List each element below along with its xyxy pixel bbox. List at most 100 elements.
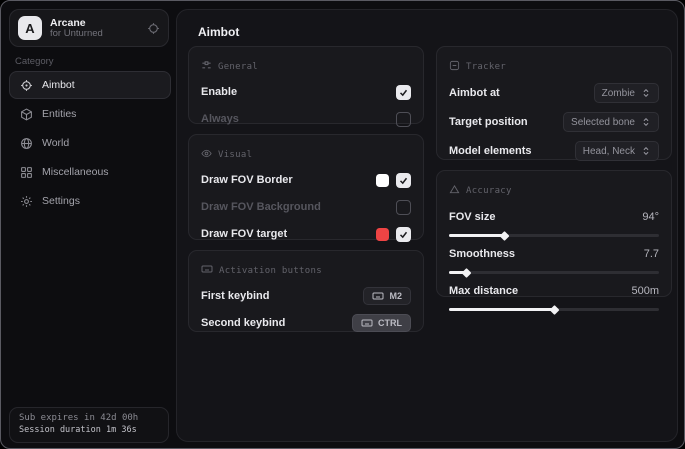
crosshair-icon[interactable] xyxy=(147,22,160,35)
aimbot-at-dropdown[interactable]: Zombie xyxy=(594,83,659,103)
right-column: Tracker Aimbot at Zombie Target position… xyxy=(436,46,672,307)
enable-checkbox[interactable] xyxy=(396,85,411,100)
setting-label: Target position xyxy=(449,116,528,128)
smoothness-slider[interactable] xyxy=(449,271,659,274)
grid-icon xyxy=(20,166,33,179)
box-minus-icon xyxy=(449,58,460,76)
panel-tracker: Tracker Aimbot at Zombie Target position… xyxy=(436,46,672,160)
first-keybind-button[interactable]: M2 xyxy=(363,287,411,305)
slider-fill xyxy=(449,234,504,237)
panel-general-header: General xyxy=(201,58,411,76)
triangle-icon xyxy=(449,182,460,200)
sidebar-item-label: Entities xyxy=(42,108,76,120)
second-keybind-button[interactable]: CTRL xyxy=(352,314,411,332)
slider-thumb[interactable] xyxy=(461,268,471,278)
sidebar-item-entities[interactable]: Entities xyxy=(9,100,171,128)
color-swatch-red[interactable] xyxy=(376,228,389,241)
slider-group-smoothness: Smoothness 7.7 xyxy=(449,246,659,274)
slider-row: Max distance 500m xyxy=(449,283,659,299)
brand-subtitle: for Unturned xyxy=(50,29,147,40)
fov-background-checkbox[interactable] xyxy=(396,200,411,215)
page-title: Aimbot xyxy=(198,25,239,39)
max-distance-slider[interactable] xyxy=(449,308,659,311)
setting-label: Second keybind xyxy=(201,317,285,329)
slider-thumb[interactable] xyxy=(550,305,560,315)
sidebar-nav: Aimbot Entities World xyxy=(9,71,171,216)
setting-row-target-position: Target position Selected bone xyxy=(449,110,659,134)
keybind-value: CTRL xyxy=(378,318,402,328)
keyboard-icon xyxy=(372,290,384,302)
slider-thumb[interactable] xyxy=(499,231,509,241)
setting-label: Always xyxy=(201,113,239,125)
left-column: General Enable Always xyxy=(188,46,424,342)
panel-activation-header: Activation buttons xyxy=(201,262,411,280)
slider-row: Smoothness 7.7 xyxy=(449,246,659,262)
gear-icon xyxy=(20,195,33,208)
setting-label: Draw FOV Border xyxy=(201,174,293,186)
panel-accuracy-header: Accuracy xyxy=(449,182,659,200)
slider-group-fov-size: FOV size 94° xyxy=(449,209,659,237)
setting-row-aimbot-at: Aimbot at Zombie xyxy=(449,81,659,105)
fov-border-checkbox[interactable] xyxy=(396,173,411,188)
setting-row-fov-border: Draw FOV Border xyxy=(201,169,411,191)
controls xyxy=(376,173,411,188)
sidebar-item-label: Settings xyxy=(42,195,80,207)
panel-header-label: General xyxy=(218,62,258,72)
sidebar-item-label: World xyxy=(42,137,69,149)
setting-row-enable: Enable xyxy=(201,81,411,103)
setting-label: First keybind xyxy=(201,290,269,302)
slider-row: FOV size 94° xyxy=(449,209,659,225)
dropdown-value: Zombie xyxy=(602,88,635,99)
sliders-icon xyxy=(201,58,212,76)
setting-label: Smoothness xyxy=(449,248,515,260)
sidebar-item-world[interactable]: World xyxy=(9,129,171,157)
setting-label: Max distance xyxy=(449,285,518,297)
color-swatch-white[interactable] xyxy=(376,174,389,187)
keyboard-icon xyxy=(361,317,373,329)
panel-header-label: Accuracy xyxy=(466,186,512,196)
app-window: A Arcane for Unturned Category Aimbot xyxy=(0,0,685,449)
category-label: Category xyxy=(15,56,54,67)
setting-label: Draw FOV Background xyxy=(201,201,321,213)
always-checkbox[interactable] xyxy=(396,112,411,127)
sidebar-item-miscellaneous[interactable]: Miscellaneous xyxy=(9,158,171,186)
setting-label: Model elements xyxy=(449,145,532,157)
dropdown-value: Selected bone xyxy=(571,117,635,128)
keyboard-icon xyxy=(201,262,213,280)
setting-row-second-keybind: Second keybind CTRL xyxy=(201,312,411,334)
setting-label: Aimbot at xyxy=(449,87,500,99)
slider-value: 94° xyxy=(642,211,659,223)
sidebar-item-settings[interactable]: Settings xyxy=(9,187,171,215)
panel-visual: Visual Draw FOV Border Draw FOV Backgrou… xyxy=(188,134,424,240)
session-duration-text: Session duration 1m 36s xyxy=(19,425,159,436)
unfold-icon xyxy=(641,146,651,156)
panel-general: General Enable Always xyxy=(188,46,424,124)
crosshair-icon xyxy=(20,79,33,92)
setting-label: Enable xyxy=(201,86,237,98)
panel-header-label: Visual xyxy=(218,150,252,160)
panel-activation: Activation buttons First keybind M2 Seco… xyxy=(188,250,424,332)
setting-row-first-keybind: First keybind M2 xyxy=(201,285,411,307)
target-position-dropdown[interactable]: Selected bone xyxy=(563,112,659,132)
setting-row-fov-background: Draw FOV Background xyxy=(201,196,411,218)
setting-label: Draw FOV target xyxy=(201,228,287,240)
panel-header-label: Tracker xyxy=(466,62,506,72)
cube-icon xyxy=(20,108,33,121)
sidebar-item-label: Miscellaneous xyxy=(42,166,109,178)
fov-size-slider[interactable] xyxy=(449,234,659,237)
slider-value: 7.7 xyxy=(644,248,659,260)
panel-header-label: Activation buttons xyxy=(219,266,322,276)
panel-visual-header: Visual xyxy=(201,146,411,164)
setting-row-model-elements: Model elements Head, Neck xyxy=(449,139,659,163)
unfold-icon xyxy=(641,117,651,127)
keybind-value: M2 xyxy=(389,291,402,301)
slider-group-max-distance: Max distance 500m xyxy=(449,283,659,311)
main-content: Aimbot General Enable xyxy=(176,9,678,442)
fov-target-checkbox[interactable] xyxy=(396,227,411,242)
eye-icon xyxy=(201,146,212,164)
setting-row-always: Always xyxy=(201,108,411,130)
model-elements-dropdown[interactable]: Head, Neck xyxy=(575,141,659,161)
slider-value: 500m xyxy=(631,285,659,297)
slider-fill xyxy=(449,271,466,274)
sidebar-item-aimbot[interactable]: Aimbot xyxy=(9,71,171,99)
